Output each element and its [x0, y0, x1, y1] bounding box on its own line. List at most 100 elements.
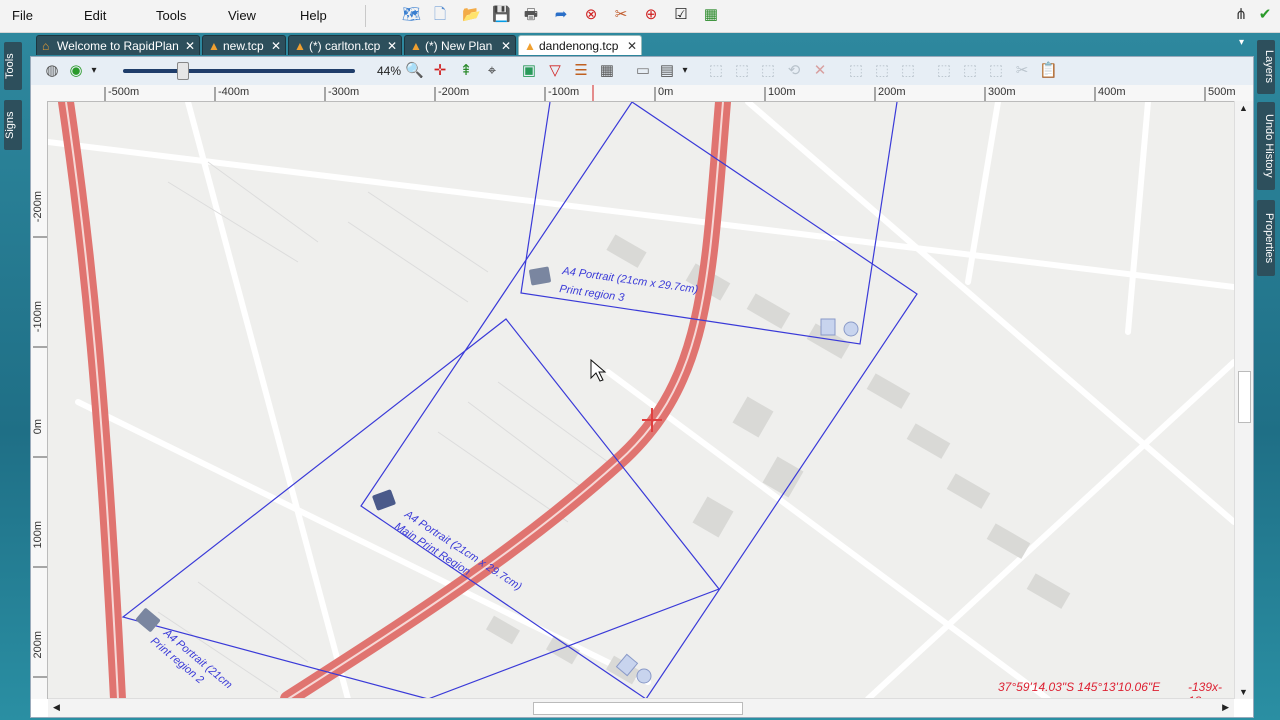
tab-carlton[interactable]: ▲ (*) carlton.tcp ✕ — [288, 35, 402, 55]
scroll-down-icon[interactable]: ▼ — [1239, 687, 1248, 697]
menu-edit[interactable]: Edit — [84, 8, 106, 23]
disabled-tool-icon: ⬚ — [874, 62, 890, 79]
plan-document: ◍ ◉ ▾ 44% 🔍 ✛ ⇞ ⌖ ▣ ▽ ☰ ▦ ▭ ▤ ▾ ⬚ ⬚ ⬚ ⟲ … — [30, 56, 1254, 718]
grid-icon[interactable]: ▦ — [598, 62, 616, 80]
tools-panel-label: Tools — [4, 53, 16, 79]
horizontal-scroll-thumb[interactable] — [533, 702, 743, 715]
globe-icon[interactable]: ◍ — [43, 62, 61, 80]
north-arrow-icon[interactable]: ⇞ — [457, 62, 475, 80]
signs-panel-tab[interactable]: Signs — [4, 100, 22, 150]
checkbox-icon[interactable]: ☑ — [672, 6, 690, 24]
page-icon[interactable]: ▭ — [634, 62, 652, 80]
map-canvas[interactable]: A4 Portrait (21cm x 29.7cm) Print region… — [48, 102, 1234, 699]
ruler-top-ticks — [104, 85, 1206, 101]
scroll-left-icon[interactable]: ◀ — [53, 702, 60, 713]
target-icon[interactable]: ⊕ — [642, 6, 660, 24]
tab-label: new.tcp — [223, 39, 264, 53]
ruler-label: -400m — [218, 86, 250, 98]
menu-help[interactable]: Help — [300, 8, 327, 23]
disabled-tool-icon: ⬚ — [848, 62, 864, 79]
scroll-up-icon[interactable]: ▲ — [1239, 103, 1248, 113]
tab-label: (*) carlton.tcp — [309, 39, 381, 53]
print-region-outlines[interactable] — [121, 102, 918, 699]
street-network — [48, 102, 1234, 699]
map-svg[interactable]: A4 Portrait (21cm x 29.7cm) Print region… — [48, 102, 1234, 699]
tab-new-tcp[interactable]: ▲ new.tcp ✕ — [202, 35, 286, 55]
tab-dandenong[interactable]: ▲ dandenong.tcp ✕ — [518, 35, 642, 55]
page-setup-icon[interactable]: ▤ — [658, 62, 676, 80]
properties-panel-tab[interactable]: Properties — [1257, 200, 1275, 276]
ruler-label: -200m — [32, 191, 44, 223]
tab-welcome[interactable]: ⌂ Welcome to RapidPlan ✕ — [36, 35, 200, 55]
save-icon[interactable]: 💾 — [492, 6, 511, 24]
properties-panel-label: Properties — [1263, 212, 1275, 264]
new-file-icon[interactable]: 🗋 — [431, 6, 449, 24]
close-tab-icon[interactable]: ✕ — [501, 36, 511, 56]
toolbar-separator — [365, 5, 366, 27]
ruler-left: -200m -100m 0m 100m 200m — [31, 101, 48, 699]
zoom-slider[interactable] — [123, 69, 355, 73]
tab-label: dandenong.tcp — [539, 39, 619, 53]
zoom-slider-thumb[interactable] — [177, 62, 189, 80]
road-lane-markings — [65, 102, 724, 699]
print-region-2[interactable] — [121, 318, 720, 699]
image-icon[interactable]: ▣ — [520, 62, 538, 80]
document-tabs: ⌂ Welcome to RapidPlan ✕ ▲ new.tcp ✕ ▲ (… — [30, 33, 1252, 56]
excel-icon[interactable]: ▦ — [702, 6, 720, 24]
chevron-down-icon[interactable]: ▾ — [85, 62, 103, 80]
scroll-right-icon[interactable]: ▶ — [1222, 702, 1229, 713]
ruler-label: 0m — [32, 419, 44, 435]
close-icon[interactable]: ⊗ — [582, 6, 600, 24]
binoculars-icon[interactable]: ⌖ — [483, 62, 501, 80]
cone-icon: ▲ — [524, 39, 536, 53]
ruler-label: 300m — [988, 86, 1016, 98]
print-icon[interactable]: 🖶 — [522, 6, 540, 24]
tab-label: Welcome to RapidPlan — [57, 39, 179, 53]
menu-file[interactable]: File — [12, 8, 33, 23]
filter-icon[interactable]: ▽ — [546, 62, 564, 80]
menu-tools[interactable]: Tools — [156, 8, 186, 23]
disabled-tool-icon: ⬚ — [962, 62, 978, 79]
tools-icon[interactable]: ✂ — [612, 6, 630, 24]
horizontal-scrollbar[interactable]: ◀ ▶ — [48, 698, 1234, 717]
ruler-label: -100m — [548, 86, 580, 98]
signs-panel-label: Signs — [4, 111, 16, 139]
ruler-label: -500m — [108, 86, 140, 98]
clipboard-icon[interactable]: 📋 — [1039, 62, 1058, 80]
print-region-icons — [136, 266, 551, 632]
layers-panel-tab[interactable]: Layers — [1257, 40, 1275, 94]
undo-history-panel-tab[interactable]: Undo History — [1257, 102, 1275, 190]
crosshair-icon[interactable]: ✛ — [431, 62, 449, 80]
open-plan-icon[interactable]: 🗺 — [402, 6, 421, 24]
disabled-tool-icon: ⬚ — [760, 62, 776, 79]
zoom-magnifier-icon[interactable]: 🔍 — [405, 62, 424, 80]
tools-panel-tab[interactable]: Tools — [4, 42, 22, 90]
region-handle-icons — [615, 318, 859, 684]
tab-overflow-icon[interactable]: ▾ — [1239, 37, 1244, 48]
list-icon[interactable]: ☰ — [572, 62, 590, 80]
close-tab-icon[interactable]: ✕ — [387, 36, 397, 56]
cone-icon: ▲ — [294, 39, 306, 53]
disabled-delete-icon: ✕ — [813, 62, 827, 79]
ruler-label: 200m — [878, 86, 906, 98]
vertical-scrollbar[interactable]: ▲ ▼ — [1234, 101, 1253, 699]
vertical-scroll-thumb[interactable] — [1238, 371, 1251, 423]
export-icon[interactable]: ➦ — [552, 6, 570, 24]
mouse-cursor — [590, 358, 607, 382]
close-tab-icon[interactable]: ✕ — [271, 36, 281, 56]
close-tab-icon[interactable]: ✕ — [627, 36, 637, 56]
map-source-icon[interactable]: ◉ — [67, 62, 85, 80]
ruler-label: -100m — [32, 301, 44, 333]
ruler-label: 400m — [1098, 86, 1126, 98]
open-folder-icon[interactable]: 📂 — [462, 6, 481, 24]
plan-toolbar: ◍ ◉ ▾ 44% 🔍 ✛ ⇞ ⌖ ▣ ▽ ☰ ▦ ▭ ▤ ▾ ⬚ ⬚ ⬚ ⟲ … — [31, 57, 1253, 86]
home-icon: ⌂ — [42, 39, 50, 53]
close-tab-icon[interactable]: ✕ — [185, 36, 195, 56]
chevron-down-icon[interactable]: ▾ — [676, 62, 694, 80]
disabled-tool-icon: ⬚ — [988, 62, 1004, 79]
tab-new-plan[interactable]: ▲ (*) New Plan ✕ — [404, 35, 516, 55]
menu-view[interactable]: View — [228, 8, 256, 23]
disabled-tool-icon: ⬚ — [734, 62, 750, 79]
disabled-tool-icon: ⬚ — [900, 62, 916, 79]
share-icon[interactable]: ⋔ — [1232, 6, 1250, 24]
